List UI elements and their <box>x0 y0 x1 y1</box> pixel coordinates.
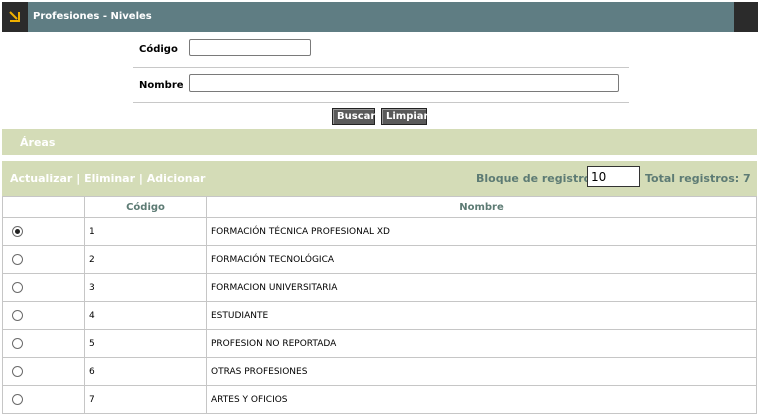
nombre-cell: FORMACION UNIVERSITARIA <box>206 273 757 302</box>
title-bar-corner <box>734 2 758 32</box>
codigo-cell: 4 <box>84 301 207 330</box>
codigo-label: Código <box>139 44 178 55</box>
row-radio[interactable] <box>12 338 23 349</box>
table-row[interactable]: 7 ARTES Y OFICIOS <box>2 385 757 414</box>
action-links: Actualizar | Eliminar | Adicionar <box>10 172 205 185</box>
row-radio[interactable] <box>12 226 23 237</box>
areas-table: Código Nombre 1 FORMACIÓN TÉCNICA PROFESI… <box>2 196 757 414</box>
table-row[interactable]: 1 FORMACIÓN TÉCNICA PROFESIONAL XD <box>2 217 757 246</box>
row-select-cell <box>2 245 85 274</box>
table-header-row: Código Nombre <box>2 196 757 218</box>
total-registros: Total registros: 7 <box>645 172 751 185</box>
adicionar-link[interactable]: Adicionar <box>147 172 206 185</box>
codigo-cell: 7 <box>84 385 207 414</box>
section-title: Áreas <box>20 136 56 149</box>
nombre-cell: ESTUDIANTE <box>206 301 757 330</box>
nombre-cell: FORMACIÓN TÉCNICA PROFESIONAL XD <box>206 217 757 246</box>
title-bar: Profesiones - Niveles <box>2 2 758 32</box>
grid-toolbar: Actualizar | Eliminar | Adicionar Bloque… <box>2 161 757 196</box>
section-header: Áreas <box>2 129 757 155</box>
row-radio[interactable] <box>12 394 23 405</box>
nombre-cell: OTRAS PROFESIONES <box>206 357 757 386</box>
bloque-label: Bloque de registros: <box>476 172 603 185</box>
row-radio[interactable] <box>12 310 23 321</box>
codigo-cell: 6 <box>84 357 207 386</box>
nombre-cell: PROFESION NO REPORTADA <box>206 329 757 358</box>
nombre-row: Nombre <box>133 68 629 103</box>
row-select-cell <box>2 385 85 414</box>
codigo-cell: 5 <box>84 329 207 358</box>
row-select-cell <box>2 217 85 246</box>
row-select-cell <box>2 273 85 302</box>
nombre-label: Nombre <box>139 80 184 91</box>
table-body: 1 FORMACIÓN TÉCNICA PROFESIONAL XD 2 FORMAC… <box>2 217 757 414</box>
nombre-cell: ARTES Y OFICIOS <box>206 385 757 414</box>
codigo-cell: 2 <box>84 245 207 274</box>
window-title: Profesiones - Niveles <box>33 11 152 22</box>
table-row[interactable]: 2 FORMACIÓN TECNOLÓGICA <box>2 245 757 274</box>
buscar-button[interactable]: Buscar <box>332 108 375 125</box>
column-header-nombre[interactable]: Nombre <box>206 196 757 218</box>
actualizar-link[interactable]: Actualizar <box>10 172 72 185</box>
nombre-cell: FORMACIÓN TECNOLÓGICA <box>206 245 757 274</box>
codigo-row: Código <box>133 34 629 68</box>
resize-corner-icon[interactable] <box>2 2 28 32</box>
nombre-input[interactable] <box>189 74 619 92</box>
table-row[interactable]: 5 PROFESION NO REPORTADA <box>2 329 757 358</box>
table-row[interactable]: 6 OTRAS PROFESIONES <box>2 357 757 386</box>
table-row[interactable]: 3 FORMACION UNIVERSITARIA <box>2 273 757 302</box>
limpiar-button[interactable]: Limpiar <box>381 108 429 125</box>
eliminar-link[interactable]: Eliminar <box>84 172 135 185</box>
column-header-select <box>2 196 85 218</box>
row-radio[interactable] <box>12 282 23 293</box>
codigo-input[interactable] <box>189 39 311 56</box>
row-radio[interactable] <box>12 366 23 377</box>
row-select-cell <box>2 357 85 386</box>
codigo-cell: 1 <box>84 217 207 246</box>
table-row[interactable]: 4 ESTUDIANTE <box>2 301 757 330</box>
bloque-input[interactable] <box>587 166 640 187</box>
row-select-cell <box>2 301 85 330</box>
column-header-codigo[interactable]: Código <box>84 196 207 218</box>
row-radio[interactable] <box>12 254 23 265</box>
separator: | <box>76 172 81 185</box>
separator: | <box>138 172 143 185</box>
codigo-cell: 3 <box>84 273 207 302</box>
row-select-cell <box>2 329 85 358</box>
